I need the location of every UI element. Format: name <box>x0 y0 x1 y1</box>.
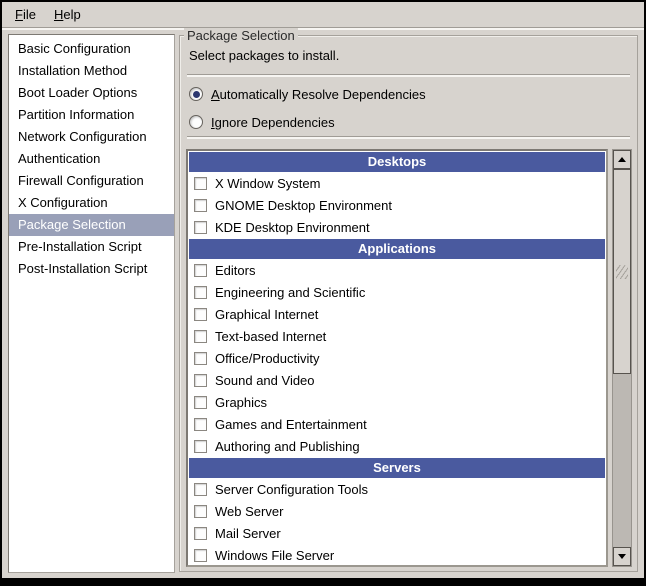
package-label: Server Configuration Tools <box>215 482 368 497</box>
menu-help[interactable]: Help <box>45 4 90 25</box>
package-checkbox[interactable] <box>194 352 207 365</box>
package-label: Mail Server <box>215 526 281 541</box>
package-checkbox[interactable] <box>194 396 207 409</box>
package-row[interactable]: Games and Entertainment <box>188 413 606 435</box>
package-group-header: Applications <box>189 239 605 259</box>
package-label: Sound and Video <box>215 373 315 388</box>
sidebar-item[interactable]: Package Selection <box>9 214 174 236</box>
package-row[interactable]: Mail Server <box>188 522 606 544</box>
package-checkbox[interactable] <box>194 330 207 343</box>
package-checkbox[interactable] <box>194 199 207 212</box>
sidebar-item[interactable]: Firewall Configuration <box>9 170 174 192</box>
package-checkbox[interactable] <box>194 374 207 387</box>
radio-button[interactable] <box>189 115 203 129</box>
package-row[interactable]: GNOME Desktop Environment <box>188 194 606 216</box>
up-arrow-icon <box>618 157 626 162</box>
package-label: GNOME Desktop Environment <box>215 198 392 213</box>
menu-file[interactable]: File <box>6 4 45 25</box>
sidebar-item[interactable]: Basic Configuration <box>9 38 174 60</box>
sidebar-item[interactable]: Post-Installation Script <box>9 258 174 280</box>
package-label: Text-based Internet <box>215 329 326 344</box>
package-row[interactable]: Engineering and Scientific <box>188 281 606 303</box>
frame-description: Select packages to install. <box>189 48 339 63</box>
radio-auto-resolve-dependencies[interactable]: Automatically Resolve Dependencies <box>189 83 426 105</box>
package-row[interactable]: Server Configuration Tools <box>188 478 606 500</box>
package-checkbox[interactable] <box>194 505 207 518</box>
sidebar-item[interactable]: Partition Information <box>9 104 174 126</box>
package-group-header: Servers <box>189 458 605 478</box>
package-checkbox[interactable] <box>194 264 207 277</box>
package-label: X Window System <box>215 176 320 191</box>
vertical-scrollbar[interactable] <box>612 149 632 567</box>
radio-label: Ignore Dependencies <box>211 115 335 130</box>
sidebar-item[interactable]: Installation Method <box>9 60 174 82</box>
package-selection-frame: Package Selection Select packages to ins… <box>179 35 638 572</box>
package-row[interactable]: Office/Productivity <box>188 347 606 369</box>
package-label: Engineering and Scientific <box>215 285 365 300</box>
radio-button[interactable] <box>189 87 203 101</box>
package-checkbox[interactable] <box>194 418 207 431</box>
package-label: Windows File Server <box>215 548 334 563</box>
frame-title: Package Selection <box>184 28 298 43</box>
package-list-area: Desktops X Window System GNOME Desktop Env… <box>186 149 632 567</box>
separator <box>187 136 630 139</box>
package-checkbox[interactable] <box>194 221 207 234</box>
package-row[interactable]: KDE Desktop Environment <box>188 216 606 238</box>
package-label: Editors <box>215 263 255 278</box>
package-checkbox[interactable] <box>194 549 207 562</box>
package-checkbox[interactable] <box>194 440 207 453</box>
package-row[interactable]: Windows File Server <box>188 544 606 566</box>
radio-label: Automatically Resolve Dependencies <box>211 87 426 102</box>
package-row[interactable]: Authoring and Publishing <box>188 435 606 457</box>
package-checkbox[interactable] <box>194 483 207 496</box>
package-group-header: Desktops <box>189 152 605 172</box>
package-checkbox[interactable] <box>194 177 207 190</box>
sidebar-item[interactable]: Boot Loader Options <box>9 82 174 104</box>
package-row[interactable]: Sound and Video <box>188 369 606 391</box>
package-row[interactable]: Web Server <box>188 500 606 522</box>
package-label: Graphical Internet <box>215 307 318 322</box>
radio-ignore-dependencies[interactable]: Ignore Dependencies <box>189 111 335 133</box>
package-row[interactable]: Graphics <box>188 391 606 413</box>
sidebar-item[interactable]: X Configuration <box>9 192 174 214</box>
sidebar-item[interactable]: Authentication <box>9 148 174 170</box>
scroll-up-button[interactable] <box>613 150 631 169</box>
sidebar-list: Basic ConfigurationInstallation MethodBo… <box>8 34 175 573</box>
sidebar-item[interactable]: Pre-Installation Script <box>9 236 174 258</box>
package-row[interactable]: Editors <box>188 259 606 281</box>
package-row[interactable]: X Window System <box>188 172 606 194</box>
thumb-grip-icon <box>616 265 628 279</box>
down-arrow-icon <box>618 554 626 559</box>
package-checkbox[interactable] <box>194 286 207 299</box>
package-checkbox[interactable] <box>194 308 207 321</box>
package-row-partial[interactable] <box>188 566 606 567</box>
package-label: KDE Desktop Environment <box>215 220 370 235</box>
package-row[interactable]: Graphical Internet <box>188 303 606 325</box>
package-label: Office/Productivity <box>215 351 320 366</box>
package-checkbox[interactable] <box>194 527 207 540</box>
menubar-separator <box>2 27 644 30</box>
package-row[interactable]: Text-based Internet <box>188 325 606 347</box>
package-label: Games and Entertainment <box>215 417 367 432</box>
menubar: File Help <box>2 2 644 27</box>
package-label: Authoring and Publishing <box>215 439 360 454</box>
radio-dot <box>193 91 200 98</box>
kickstart-configurator-window: File Help Basic ConfigurationInstallatio… <box>0 0 646 586</box>
package-label: Web Server <box>215 504 283 519</box>
scrollbar-thumb[interactable] <box>613 169 631 374</box>
separator <box>187 74 630 77</box>
sidebar-item[interactable]: Network Configuration <box>9 126 174 148</box>
package-label: Graphics <box>215 395 267 410</box>
scroll-down-button[interactable] <box>613 547 631 566</box>
package-list: Desktops X Window System GNOME Desktop Env… <box>186 149 608 567</box>
